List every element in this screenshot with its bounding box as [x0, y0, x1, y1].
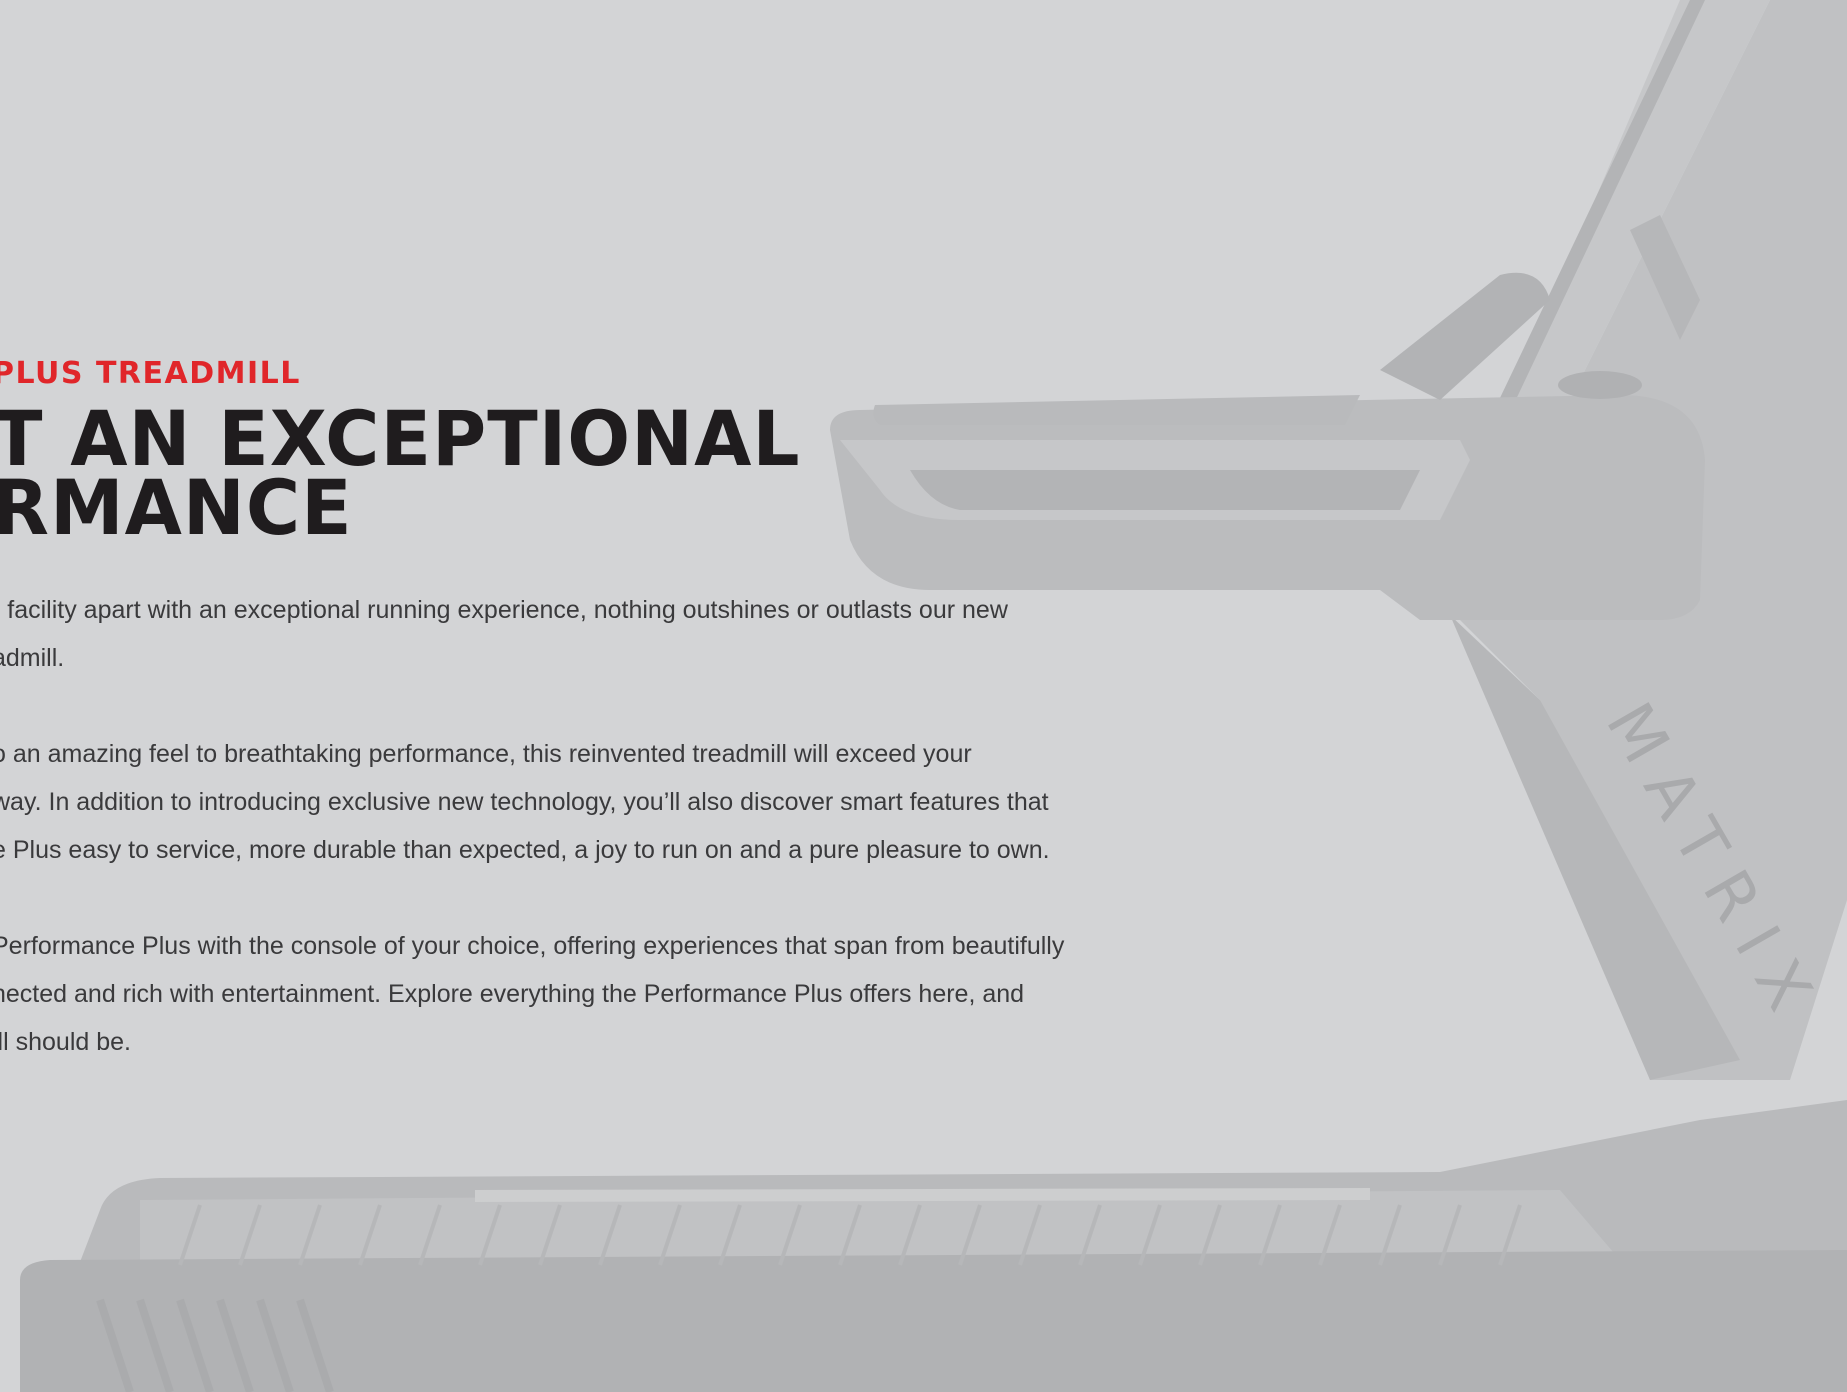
product-eyebrow: PLUS TREADMILL	[0, 356, 301, 391]
headline-line-1: T AN EXCEPTIONAL	[0, 395, 801, 484]
console-line-1: Performance Plus with the console of you…	[0, 932, 1065, 960]
headline-line-2: RMANCE	[0, 464, 353, 553]
console-paragraph: Performance Plus with the console of you…	[0, 922, 1152, 1066]
treadmill-cupholder	[1558, 371, 1642, 399]
hero-text-block: PLUS TREADMILL T AN EXCEPTIONAL RMANCE r…	[0, 352, 1152, 1114]
hero-headline: T AN EXCEPTIONAL RMANCE	[0, 395, 1152, 553]
treadmill-belt-highlight	[475, 1188, 1370, 1202]
features-paragraph: o an amazing feel to breathtaking perfor…	[0, 730, 1152, 874]
intro-line-1: r facility apart with an exceptional run…	[0, 596, 1008, 624]
intro-paragraph: r facility apart with an exceptional run…	[0, 586, 1152, 682]
console-line-2: nected and rich with entertainment. Expl…	[0, 980, 1025, 1008]
features-line-1: o an amazing feel to breathtaking perfor…	[0, 740, 972, 768]
features-line-2: way. In addition to introducing exclusiv…	[0, 788, 1049, 816]
intro-line-2: admill.	[0, 644, 65, 672]
hero-section: MATRIX PLUS TREADMILL T AN EXCEPTIONAL R…	[0, 0, 1847, 1392]
features-line-3: e Plus easy to service, more durable tha…	[0, 836, 1050, 864]
console-line-3: ill should be.	[0, 1028, 131, 1056]
treadmill-side-panel	[20, 1250, 1847, 1392]
